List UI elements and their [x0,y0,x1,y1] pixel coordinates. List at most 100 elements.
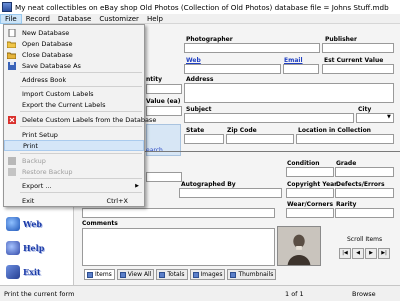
zip-code-label: Zip Code [227,127,257,134]
menu-item-restore-backup: Restore Backup [4,166,144,177]
misc-field[interactable] [82,208,275,218]
menu-database[interactable]: Database [54,14,95,24]
defects-errors-field[interactable] [335,188,394,198]
menu-separator [20,72,142,73]
value-ea-field[interactable] [146,106,182,116]
menu-separator [20,153,142,154]
totals-icon [159,271,166,278]
menu-item-address-book[interactable]: Address Book [4,74,144,85]
zip-code-field[interactable] [226,134,294,144]
menu-item-delete-custom-labels[interactable]: Delete Custom Labels from the Database [4,114,156,125]
photographer-field[interactable] [184,43,320,53]
left-field[interactable] [146,172,182,182]
copyright-year-field[interactable] [286,188,334,198]
sidebar-help-button[interactable]: Help [6,241,44,255]
est-current-value-label: Est Current Value [324,57,384,64]
menu-separator [20,178,142,179]
location-in-collection-label: Location in Collection [298,127,371,134]
value-ea-label: Value (ea) [146,98,181,105]
restore-icon [7,167,16,176]
backup-icon [7,156,16,165]
publisher-field[interactable] [322,43,394,53]
menu-item-close-database[interactable]: Close Database [4,49,144,60]
menu-separator [20,86,142,87]
rarity-label: Rarity [336,201,357,208]
tab-totals[interactable]: Totals [156,269,188,280]
menu-item-print[interactable]: Print [4,140,144,151]
exit-shortcut: Ctrl+X [106,196,128,205]
scroll-items-label: Scroll Items [347,236,383,243]
sidebar-exit-button[interactable]: Exit [6,265,41,279]
grade-field[interactable] [335,167,394,177]
status-message: Print the current form [4,290,75,298]
help-icon [6,241,20,255]
location-in-collection-field[interactable] [296,134,394,144]
menu-item-import-custom-labels[interactable]: Import Custom Labels [4,88,144,99]
tab-thumbnails[interactable]: Thumbnails [227,269,277,280]
subject-field[interactable] [184,113,354,123]
menu-item-open-database[interactable]: Open Database [4,38,144,49]
menu-item-backup: Backup [4,155,144,166]
menu-item-exit[interactable]: Exit Ctrl+X [4,195,144,206]
exit-icon [6,265,20,279]
menu-bar: File Record Database Customizer Help [0,13,400,24]
menu-help[interactable]: Help [143,14,167,24]
status-bar: Print the current form 1 of 1 Browse [0,285,400,301]
menu-separator [20,126,142,127]
address-field[interactable] [184,83,394,103]
tab-view-all[interactable]: View All [116,269,155,280]
quantity-field[interactable] [146,84,182,94]
wear-corners-field[interactable] [286,208,334,218]
tab-images[interactable]: Images [189,269,226,280]
previous-record-button[interactable]: ◀ [352,248,364,259]
est-current-value-field[interactable] [322,64,394,74]
first-record-button[interactable]: |◀ [339,248,351,259]
menu-record[interactable]: Record [22,14,54,24]
sidebar-web-button[interactable]: Web [6,217,42,231]
condition-field[interactable] [286,167,334,177]
last-record-button[interactable]: ▶| [378,248,390,259]
menu-separator [20,192,142,193]
quantity-label: ntity [146,76,162,83]
menu-item-export-current-labels[interactable]: Export the Current Labels [4,99,144,110]
web-link-label[interactable]: Web [186,57,201,64]
menu-item-export[interactable]: Export ... ▶ [4,180,144,191]
menu-separator [20,111,142,112]
view-tabs: Items View All Totals Images Thumbnails [84,269,277,280]
view-all-icon [119,271,126,278]
mode-indicator: Browse [352,290,376,298]
menu-customizer[interactable]: Customizer [95,14,143,24]
autographed-by-field[interactable] [179,188,282,198]
scroll-buttons: |◀ ◀ ▶ ▶| [339,248,390,259]
title-bar: My neat collectibles on eBay shop Old Ph… [0,0,400,14]
copyright-year-label: Copyright Year [287,181,338,188]
items-icon [87,271,93,278]
file-menu-dropdown: New Database Open Database Close Databas… [3,24,156,207]
next-record-button[interactable]: ▶ [365,248,377,259]
open-database-icon [7,39,16,48]
grade-label: Grade [336,160,357,167]
menu-file[interactable]: File [0,13,22,24]
web-field[interactable] [184,64,281,74]
city-label: City [358,106,372,113]
comments-label: Comments [82,220,118,227]
tab-items[interactable]: Items [84,269,115,280]
menu-item-print-setup[interactable]: Print Setup [4,129,144,140]
web-icon [6,217,20,231]
item-photo [277,226,321,266]
publisher-label: Publisher [325,36,357,43]
city-dropdown-arrow[interactable]: ▼ [387,114,391,120]
comments-field[interactable] [82,228,275,266]
email-field[interactable] [283,64,319,74]
submenu-arrow-icon: ▶ [135,182,139,189]
photo-thumbnail [278,227,320,265]
menu-item-save-database-as[interactable]: Save Database As [4,60,144,71]
defects-errors-label: Defects/Errors [336,181,385,188]
rarity-field[interactable] [335,208,394,218]
address-label: Address [186,76,214,83]
email-link-label[interactable]: Email [284,57,303,64]
menu-item-new-database[interactable]: New Database [4,27,144,38]
record-position: 1 of 1 [285,290,304,298]
state-field[interactable] [184,134,224,144]
delete-icon [7,115,16,124]
